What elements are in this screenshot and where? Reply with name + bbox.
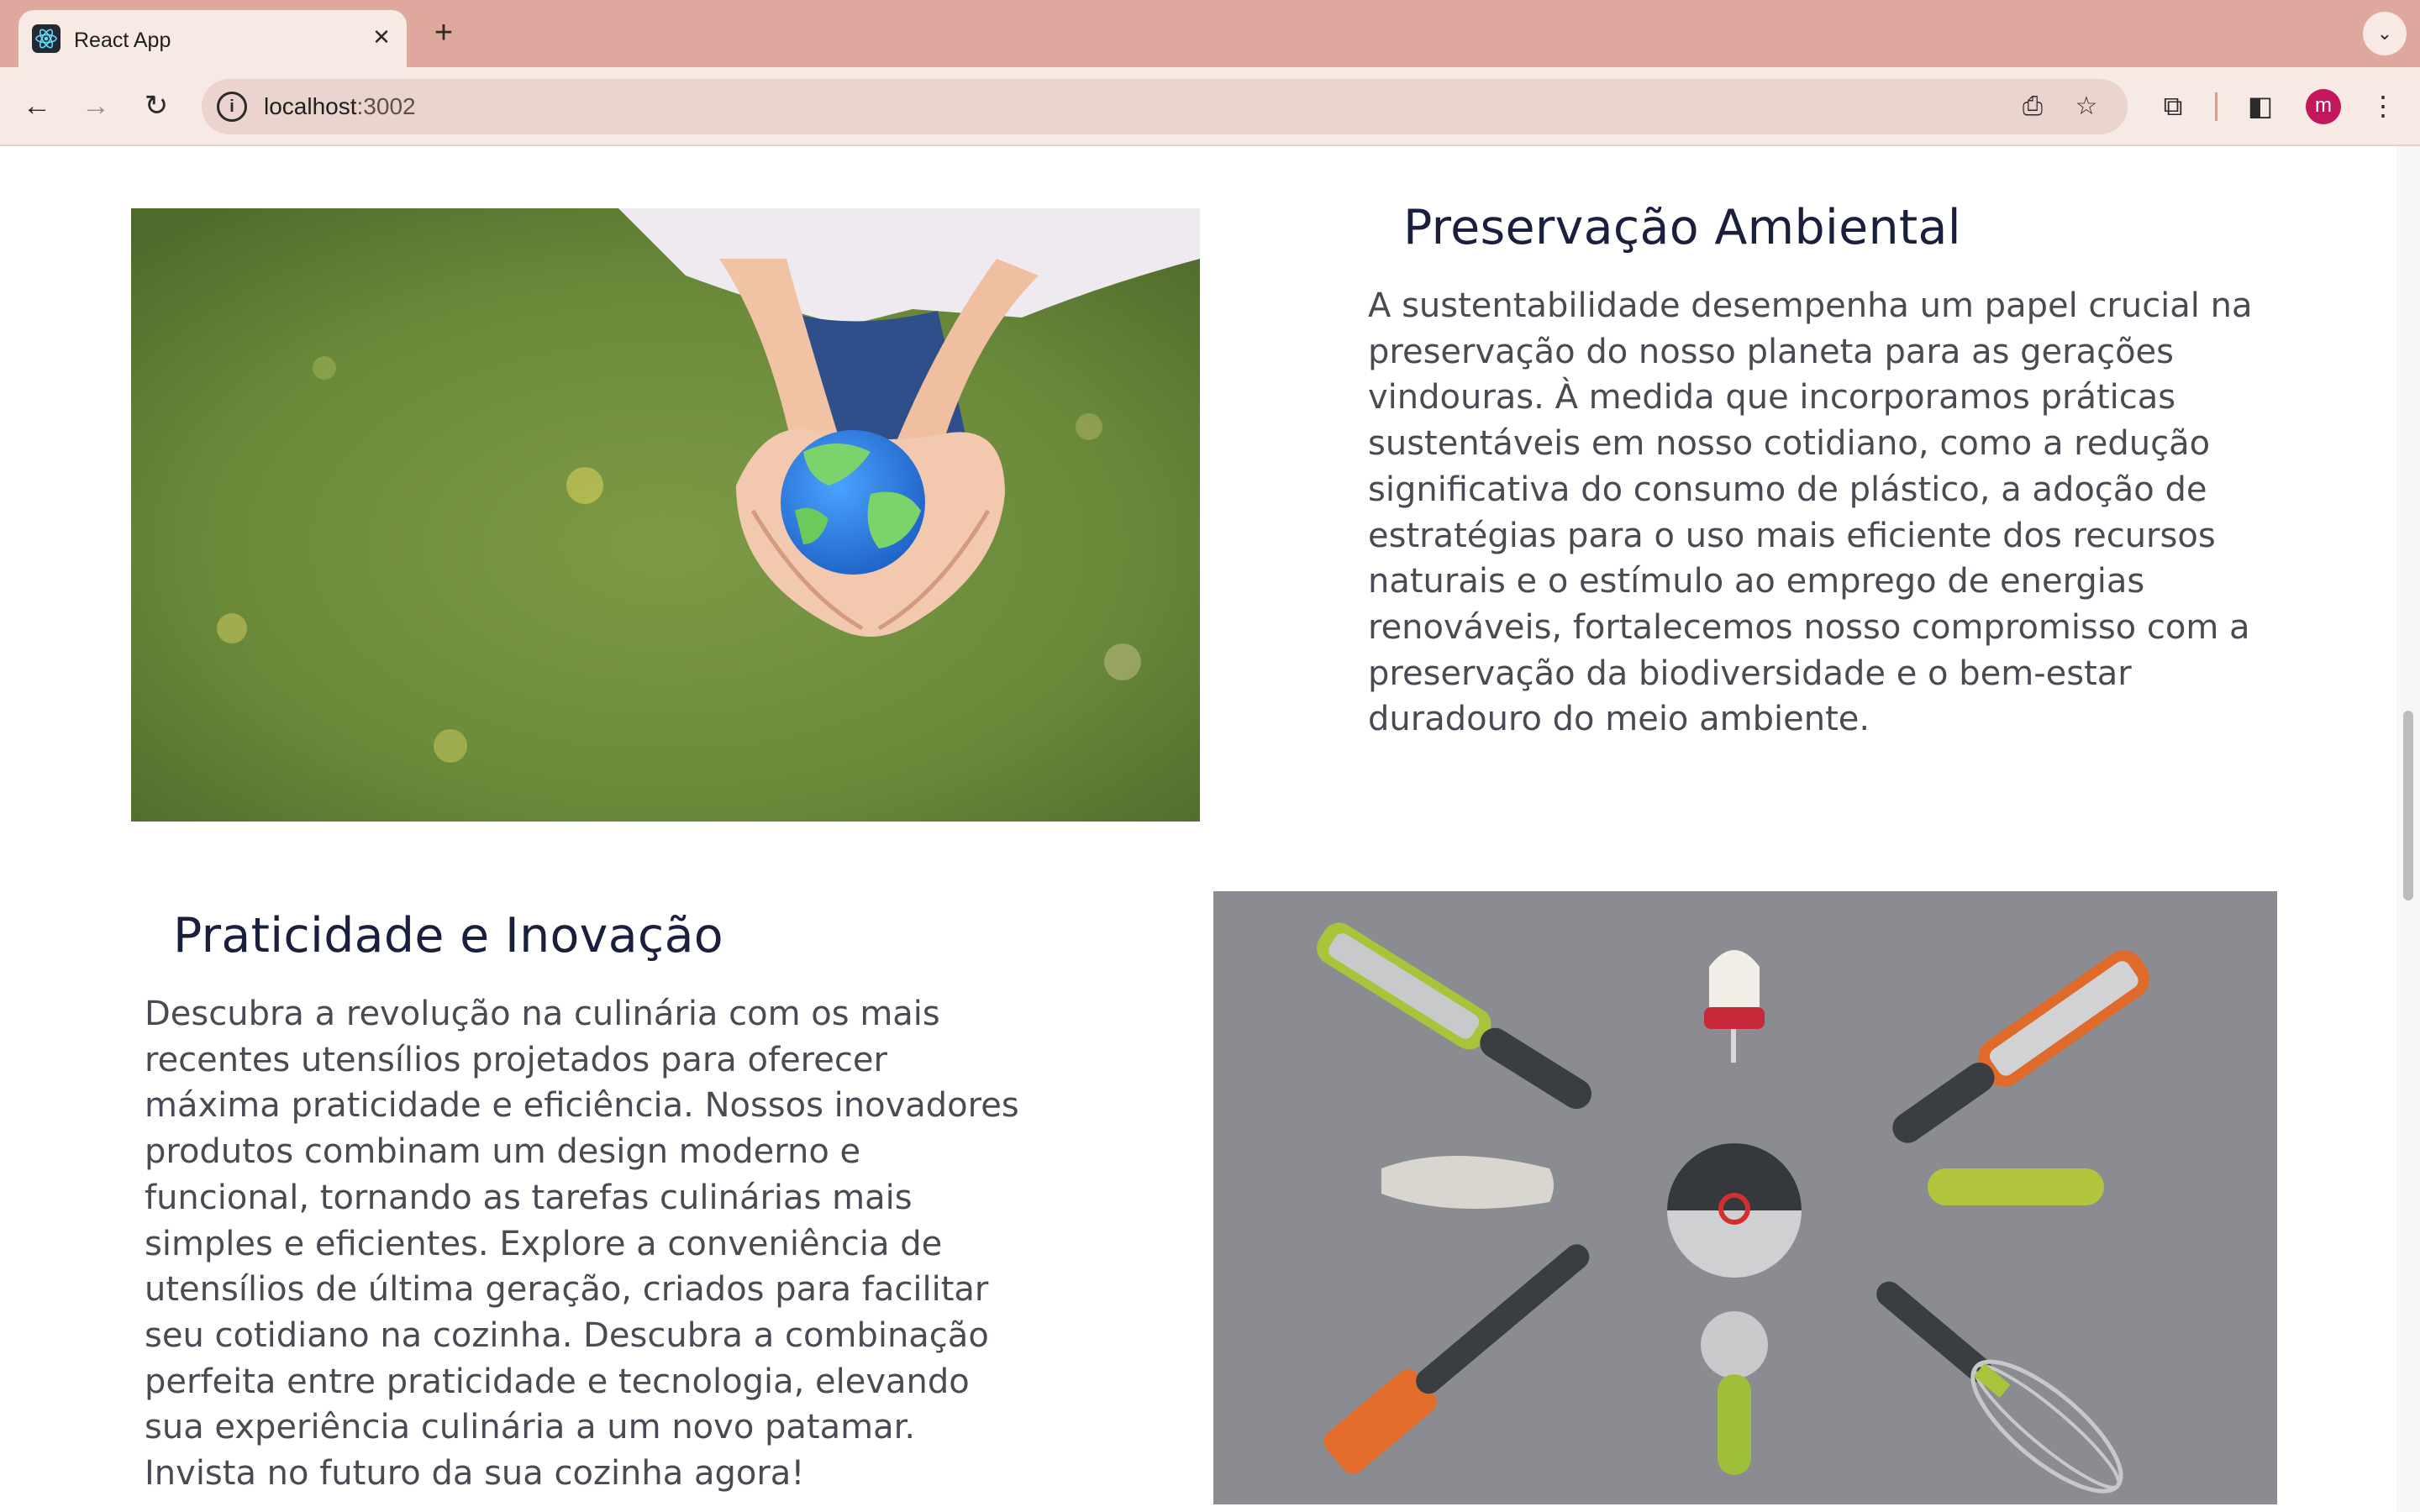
earth-in-hands-image	[131, 208, 1200, 822]
browser-tab[interactable]: React App ✕	[18, 10, 407, 67]
scrollbar-thumb[interactable]	[2403, 711, 2413, 900]
url-host: localhost	[264, 93, 357, 119]
arrow-left-icon[interactable]: ←	[17, 86, 57, 126]
text-line: preservação da biodiversidade e o bem-es…	[1368, 654, 2132, 693]
text-line: renováveis, fortalecemos nosso compromis…	[1368, 607, 2250, 647]
section-heading-praticidade: Praticidade e Inovação	[173, 908, 723, 963]
text-line: perfeita entre praticidade e tecnologia,…	[145, 1362, 970, 1401]
vertical-scrollbar[interactable]	[2396, 146, 2420, 1512]
star-icon[interactable]: ☆	[2070, 91, 2102, 123]
text-line: Invista no futuro da sua cozinha agora!	[145, 1454, 805, 1494]
close-icon[interactable]: ✕	[366, 22, 397, 52]
text-line: sustentáveis em nosso cotidiano, como a …	[1368, 424, 2211, 464]
text-line: duradouro do meio ambiente.	[1368, 700, 1870, 739]
reload-icon[interactable]: ↻	[136, 86, 176, 126]
toolbar-divider	[2215, 92, 2217, 121]
text-line: utensílios de última geração, criados pa…	[145, 1270, 989, 1310]
section-text-preservacao: A sustentabilidade desempenha um papel c…	[1368, 283, 2326, 743]
tab-strip: React App ✕ + ⌄	[0, 0, 2420, 67]
chevron-down-icon[interactable]: ⌄	[2363, 12, 2407, 55]
text-line: produtos combinam um design moderno e	[145, 1132, 861, 1172]
kebab-menu-icon[interactable]: ⋮	[2365, 87, 2402, 124]
text-line: A sustentabilidade desempenha um papel c…	[1368, 286, 2253, 325]
section-text-praticidade: Descubra a revolução na culinária com os…	[145, 991, 1086, 1497]
text-line: sua experiência culinária a um novo pata…	[145, 1408, 916, 1447]
text-line: recentes utensílios projetados para ofer…	[145, 1040, 887, 1079]
text-line: Descubra a revolução na culinária com os…	[145, 995, 940, 1033]
side-panel-icon[interactable]: ◧	[2242, 87, 2279, 124]
arrow-right-icon[interactable]: →	[76, 86, 116, 126]
text-line: simples e eficientes. Explore a conveniê…	[145, 1224, 943, 1263]
react-logo-icon	[32, 24, 60, 53]
text-line: preservação do nosso planeta para as ger…	[1368, 332, 2175, 371]
puzzle-icon[interactable]: ⧉	[2154, 87, 2191, 124]
text-line: seu cotidiano na cozinha. Descubra a com…	[145, 1315, 989, 1355]
install-app-icon[interactable]: ⎙	[2017, 91, 2049, 123]
section-heading-preservacao: Preservação Ambiental	[1403, 200, 1961, 255]
url-text[interactable]: localhost:3002	[264, 93, 416, 120]
tab-title: React App	[74, 29, 171, 52]
text-line: vindouras. À medida que incorporamos prá…	[1368, 378, 2176, 417]
address-bar[interactable]: i localhost:3002 ⎙ ☆	[202, 79, 2128, 134]
avatar[interactable]: m	[2306, 89, 2341, 124]
plus-icon[interactable]: +	[427, 17, 460, 50]
browser-toolbar: ← → ↻ i localhost:3002 ⎙ ☆ ⧉ ◧ ⋮	[0, 67, 2420, 146]
text-line: funcional, tornando as tarefas culinária…	[145, 1178, 913, 1217]
url-port: :3002	[356, 93, 416, 119]
text-line: naturais e o estímulo ao emprego de ener…	[1368, 562, 2145, 601]
text-line: máxima praticidade e eficiência. Nossos …	[145, 1086, 1019, 1126]
text-line: estratégias para o uso mais eficiente do…	[1368, 516, 2216, 555]
info-icon[interactable]: i	[217, 92, 247, 122]
page-viewport: Preservação Ambiental A sustentabilidade…	[0, 146, 2420, 1512]
kitchen-utensils-image	[1213, 891, 2277, 1504]
text-line: significativa do consumo de plástico, a …	[1368, 470, 2207, 509]
